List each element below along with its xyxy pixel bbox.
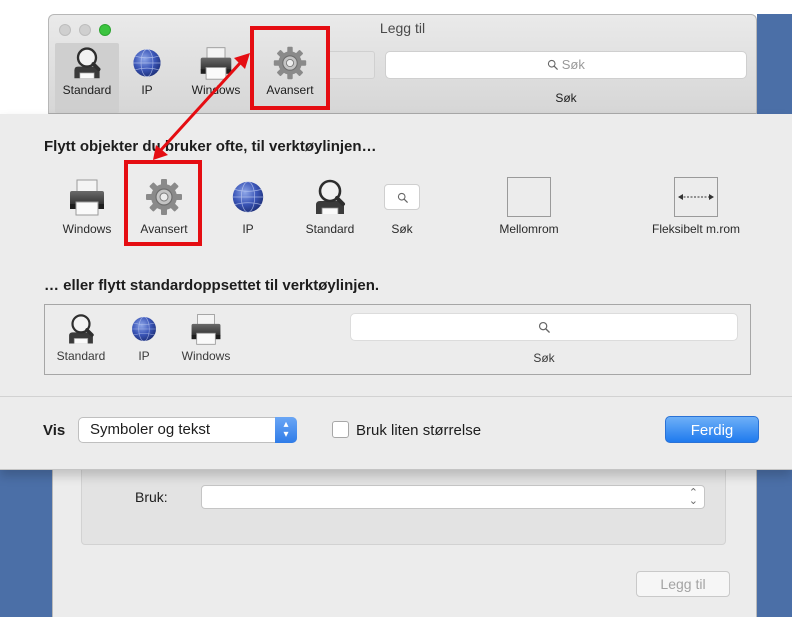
default-item-label: IP — [138, 349, 150, 363]
toolbar-search-field[interactable]: Søk — [385, 51, 747, 79]
palette-item-label: Standard — [305, 222, 355, 236]
select-stepper-icon: ▴ ▾ — [275, 417, 297, 443]
default-item-windows: Windows — [173, 309, 239, 363]
space-placeholder-icon — [507, 177, 551, 217]
default-toolbar-set[interactable]: Standard IP Windows Søk — [44, 304, 751, 375]
palette-item-label: Søk — [391, 222, 413, 236]
footer-divider — [0, 396, 792, 397]
highlight-box-palette-avansert — [124, 160, 202, 246]
default-set-heading: … eller flytt standardoppsettet til verk… — [44, 277, 380, 294]
window-titlebar: Legg til Standard IP Windows Avansert Sø… — [48, 14, 757, 114]
palette-item-ip[interactable]: IP — [226, 172, 270, 236]
palette-item-label: Mellomrom — [499, 222, 559, 236]
search-icon — [547, 59, 558, 70]
palette-item-standard[interactable]: Standard — [294, 172, 366, 236]
magnifier-icon — [69, 45, 105, 81]
palette-item-label: Windows — [62, 222, 112, 236]
printer-icon — [198, 45, 234, 81]
toolbar-item-label: Windows — [191, 83, 241, 97]
default-item-ip: IP — [129, 309, 159, 363]
globe-icon — [130, 46, 164, 80]
palette-item-label: Fleksibelt m.rom — [651, 222, 740, 236]
small-size-label[interactable]: Bruk liten størrelse — [356, 422, 481, 439]
flexible-space-icon — [674, 177, 718, 217]
default-search-field — [350, 313, 738, 341]
toolbar-item-ip[interactable]: IP — [127, 43, 167, 97]
palette-item-label: IP — [242, 222, 254, 236]
globe-icon — [229, 178, 267, 216]
palette-item-flexible-space[interactable]: Fleksibelt m.rom — [640, 172, 752, 236]
palette-item-windows[interactable]: Windows — [52, 172, 122, 236]
default-item-standard: Standard — [51, 309, 111, 363]
select-arrows-icon: ⌃ ⌄ — [688, 487, 698, 507]
add-button[interactable]: Legg til — [636, 571, 730, 597]
printer-icon — [189, 312, 223, 346]
customize-panel: Flytt objekter du bruker ofte, til verkt… — [0, 114, 792, 470]
desktop-background-left — [0, 470, 52, 617]
palette-item-space[interactable]: Mellomrom — [484, 172, 574, 236]
palette-heading: Flytt objekter du bruker ofte, til verkt… — [44, 138, 377, 155]
search-icon — [538, 321, 550, 333]
show-mode-select[interactable]: Symboler og tekst ▴ ▾ — [78, 417, 297, 443]
toolbar-item-label: IP — [141, 83, 153, 97]
toolbar-item-standard[interactable]: Standard — [55, 43, 119, 113]
search-placeholder: Søk — [561, 57, 585, 72]
use-select[interactable]: ⌃ ⌄ — [201, 485, 705, 509]
small-size-checkbox[interactable] — [332, 421, 349, 438]
default-item-label: Windows — [181, 349, 231, 363]
toolbar-search-label: Søk — [555, 91, 577, 105]
search-icon — [397, 192, 408, 203]
toolbar-drop-placeholder — [327, 51, 375, 79]
show-label: Vis — [43, 422, 66, 439]
double-arrow-icon — [678, 194, 714, 200]
globe-icon — [129, 313, 159, 345]
show-mode-value: Symboler og tekst — [90, 421, 211, 438]
highlight-box-toolbar-avansert — [250, 26, 330, 110]
window-title: Legg til — [379, 20, 426, 36]
palette-item-search[interactable]: Søk — [382, 172, 422, 236]
printer-icon — [67, 177, 107, 217]
done-button[interactable]: Ferdig — [665, 416, 759, 443]
toolbar-item-label: Standard — [62, 83, 112, 97]
customize-toolbar-sheet: Legg til Standard IP Windows Avansert Sø… — [0, 0, 792, 470]
magnifier-icon — [310, 177, 350, 217]
search-field-preview — [384, 184, 420, 210]
default-search-label: Søk — [533, 351, 555, 365]
use-label: Bruk: — [135, 489, 168, 505]
default-item-label: Standard — [56, 349, 106, 363]
magnifier-icon — [64, 312, 98, 346]
toolbar-item-windows[interactable]: Windows — [183, 43, 249, 97]
